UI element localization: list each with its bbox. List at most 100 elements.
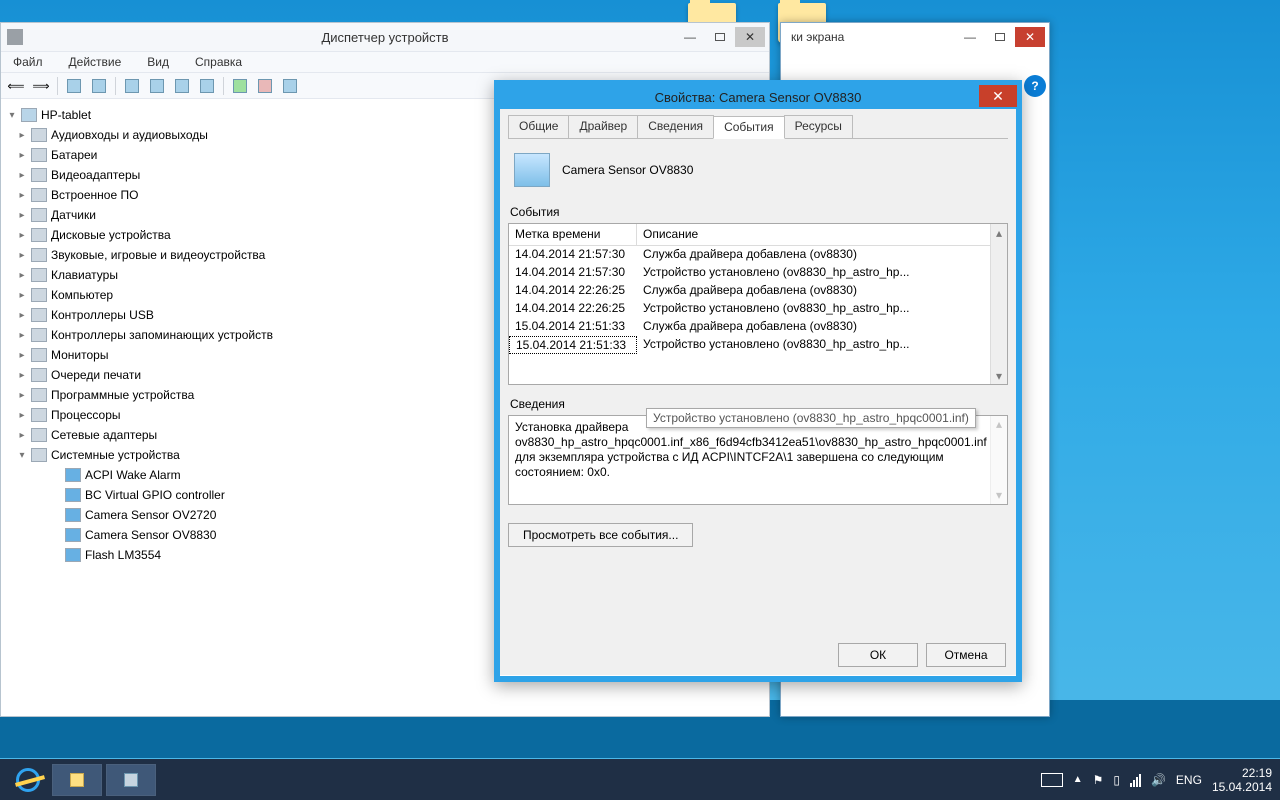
dialog-titlebar[interactable]: Свойства: Camera Sensor OV8830 ✕ <box>499 85 1017 109</box>
toolbar-button[interactable] <box>196 75 218 97</box>
clock[interactable]: 22:19 15.04.2014 <box>1212 766 1272 794</box>
toolbar-button[interactable] <box>88 75 110 97</box>
menu-file[interactable]: Файл <box>7 53 49 71</box>
tree-label: HP-tablet <box>41 108 91 122</box>
minimize-button[interactable]: — <box>955 27 985 47</box>
device-icon <box>514 153 550 187</box>
tree-label: Клавиатуры <box>51 268 118 282</box>
category-icon <box>31 428 47 442</box>
category-icon <box>31 388 47 402</box>
device-manager-taskbar-button[interactable] <box>106 764 156 796</box>
maximize-button[interactable] <box>705 27 735 47</box>
tree-label: Аудиовходы и аудиовыходы <box>51 128 208 142</box>
app-icon <box>7 29 23 45</box>
event-timestamp: 15.04.2014 21:51:33 <box>509 336 637 354</box>
event-row[interactable]: 14.04.2014 21:57:30Устройство установлен… <box>509 264 1007 282</box>
tree-label: Дисковые устройства <box>51 228 171 242</box>
details-text[interactable]: Установка драйвера ov8830_hp_astro_hpqc0… <box>508 415 1008 505</box>
toolbar-button[interactable] <box>254 75 276 97</box>
explorer-taskbar-button[interactable] <box>52 764 102 796</box>
scroll-down-button[interactable]: ▾ <box>991 487 1007 504</box>
tab-События[interactable]: События <box>713 116 785 139</box>
event-timestamp: 14.04.2014 21:57:30 <box>509 246 637 264</box>
tray-overflow-button[interactable]: ▲ <box>1073 774 1083 785</box>
scan-hardware-button[interactable] <box>229 75 251 97</box>
tab-Сведения[interactable]: Сведения <box>637 115 714 138</box>
maximize-button[interactable] <box>985 27 1015 47</box>
taskbar: ▲ ⚑ ▯ 🔊 ENG 22:19 15.04.2014 <box>0 759 1280 800</box>
scroll-up-button[interactable]: ▴ <box>991 224 1007 241</box>
tree-label: Датчики <box>51 208 96 222</box>
close-button[interactable]: ✕ <box>979 85 1017 107</box>
ok-button[interactable]: ОК <box>838 643 918 667</box>
menu-bar: Файл Действие Вид Справка <box>1 51 769 73</box>
toolbar-button[interactable] <box>279 75 301 97</box>
event-description: Служба драйвера добавлена (ov8830) <box>637 246 1007 264</box>
column-description[interactable]: Описание <box>637 224 1007 245</box>
menu-action[interactable]: Действие <box>63 53 128 71</box>
tab-Драйвер[interactable]: Драйвер <box>568 115 638 138</box>
tree-label: Очереди печати <box>51 368 141 382</box>
device-icon <box>65 528 81 542</box>
menu-view[interactable]: Вид <box>141 53 175 71</box>
nav-back-button[interactable]: ⟸ <box>5 75 27 97</box>
column-timestamp[interactable]: Метка времени <box>509 224 637 245</box>
device-icon <box>65 468 81 482</box>
device-icon <box>65 488 81 502</box>
category-icon <box>31 308 47 322</box>
device-icon <box>65 548 81 562</box>
volume-icon[interactable]: 🔊 <box>1151 773 1166 787</box>
view-all-events-button[interactable]: Просмотреть все события... <box>508 523 693 547</box>
events-list[interactable]: Метка времени Описание 14.04.2014 21:57:… <box>508 223 1008 385</box>
menu-help[interactable]: Справка <box>189 53 248 71</box>
tree-label: Программные устройства <box>51 388 194 402</box>
battery-icon[interactable]: ▯ <box>1113 773 1120 787</box>
scrollbar[interactable]: ▴ ▾ <box>990 224 1007 384</box>
tree-label: Встроенное ПО <box>51 188 138 202</box>
toolbar-button[interactable] <box>63 75 85 97</box>
scroll-up-button[interactable]: ▴ <box>991 416 1007 433</box>
tab-Ресурсы[interactable]: Ресурсы <box>784 115 853 138</box>
system-tray: ▲ ⚑ ▯ 🔊 ENG 22:19 15.04.2014 <box>1041 766 1272 794</box>
window-titlebar[interactable]: ки экрана — ✕ <box>781 23 1049 51</box>
tree-label: Сетевые адаптеры <box>51 428 157 442</box>
event-timestamp: 14.04.2014 22:26:25 <box>509 282 637 300</box>
action-center-icon[interactable]: ⚑ <box>1093 773 1104 787</box>
signal-icon[interactable] <box>1130 773 1141 787</box>
event-row[interactable]: 14.04.2014 21:57:30Служба драйвера добав… <box>509 246 1007 264</box>
help-icon[interactable]: ? <box>1024 75 1046 97</box>
keyboard-icon[interactable] <box>1041 773 1063 787</box>
tree-label: Звуковые, игровые и видеоустройства <box>51 248 265 262</box>
dialog-title: Свойства: Camera Sensor OV8830 <box>655 90 862 105</box>
cancel-button[interactable]: Отмена <box>926 643 1006 667</box>
toolbar-button[interactable] <box>146 75 168 97</box>
event-row[interactable]: 15.04.2014 21:51:33Устройство установлен… <box>509 336 1007 354</box>
scrollbar[interactable]: ▴ ▾ <box>990 416 1007 504</box>
events-section-label: События <box>510 205 1006 219</box>
computer-icon <box>21 108 37 122</box>
category-icon <box>31 248 47 262</box>
language-indicator[interactable]: ENG <box>1176 773 1202 787</box>
toolbar-button[interactable] <box>171 75 193 97</box>
nav-forward-button[interactable]: ⟹ <box>30 75 52 97</box>
ie-icon <box>16 768 40 792</box>
ie-taskbar-button[interactable] <box>8 764 48 796</box>
event-description: Устройство установлено (ov8830_hp_astro_… <box>637 264 1007 282</box>
event-timestamp: 14.04.2014 21:57:30 <box>509 264 637 282</box>
window-titlebar[interactable]: Диспетчер устройств — ✕ <box>1 23 769 51</box>
tree-label: Компьютер <box>51 288 113 302</box>
events-header[interactable]: Метка времени Описание <box>509 224 1007 246</box>
minimize-button[interactable]: — <box>675 27 705 47</box>
event-row[interactable]: 14.04.2014 22:26:25Служба драйвера добав… <box>509 282 1007 300</box>
close-button[interactable]: ✕ <box>735 27 765 47</box>
event-row[interactable]: 14.04.2014 22:26:25Устройство установлен… <box>509 300 1007 318</box>
event-description: Устройство установлено (ov8830_hp_astro_… <box>637 300 1007 318</box>
event-row[interactable]: 15.04.2014 21:51:33Служба драйвера добав… <box>509 318 1007 336</box>
tab-Общие[interactable]: Общие <box>508 115 569 138</box>
toolbar-button[interactable] <box>121 75 143 97</box>
scroll-down-button[interactable]: ▾ <box>991 367 1007 384</box>
device-properties-dialog: Свойства: Camera Sensor OV8830 ✕ ОбщиеДр… <box>494 80 1022 682</box>
event-description: Служба драйвера добавлена (ov8830) <box>637 282 1007 300</box>
event-description: Служба драйвера добавлена (ov8830) <box>637 318 1007 336</box>
close-button[interactable]: ✕ <box>1015 27 1045 47</box>
